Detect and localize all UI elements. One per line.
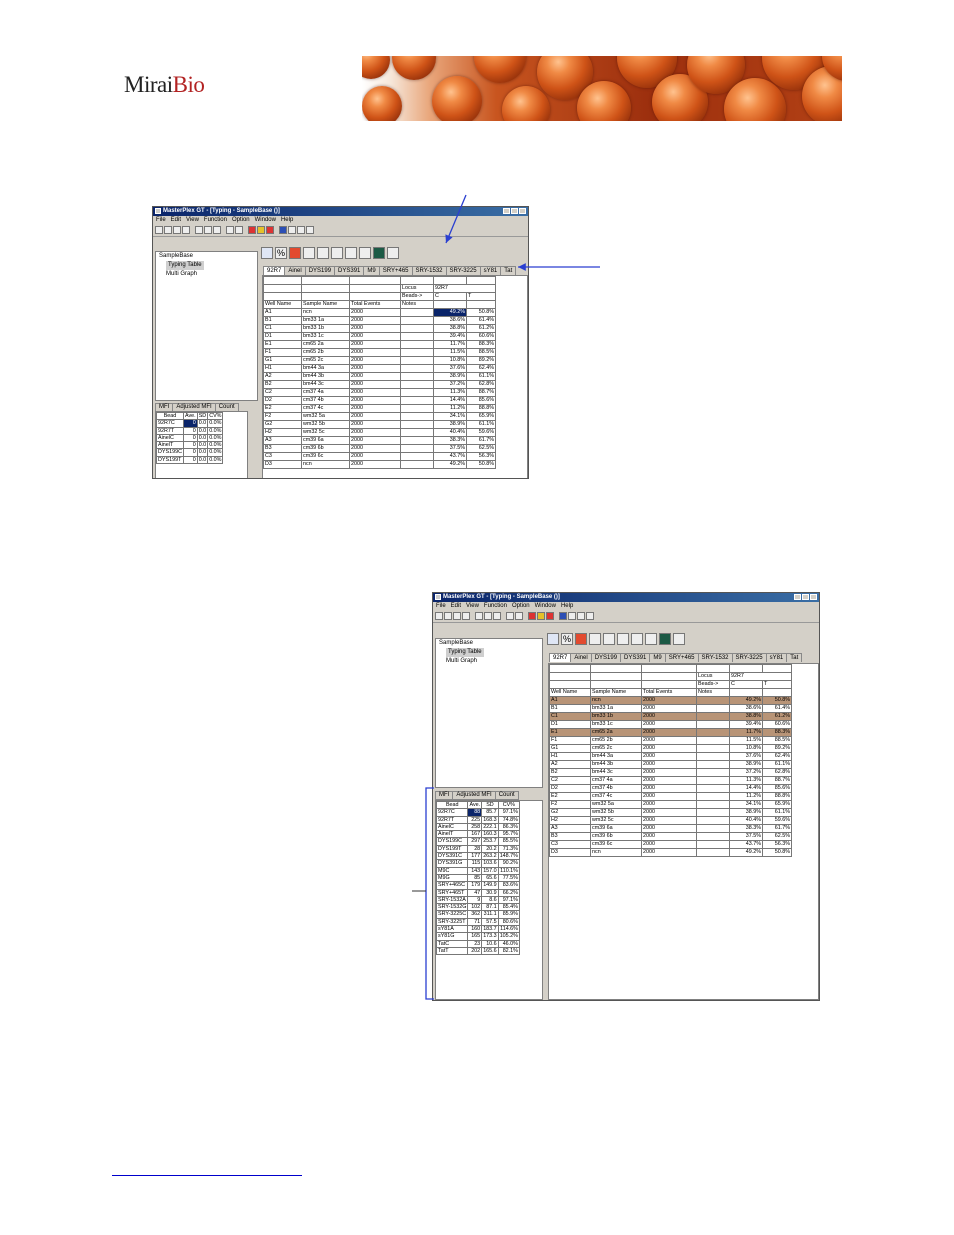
footer-link-underline[interactable] xyxy=(112,1175,302,1176)
annotation-arrows xyxy=(412,194,600,1000)
arrow-to-table-button xyxy=(445,194,467,244)
bead-panel-bracket xyxy=(425,787,434,1000)
